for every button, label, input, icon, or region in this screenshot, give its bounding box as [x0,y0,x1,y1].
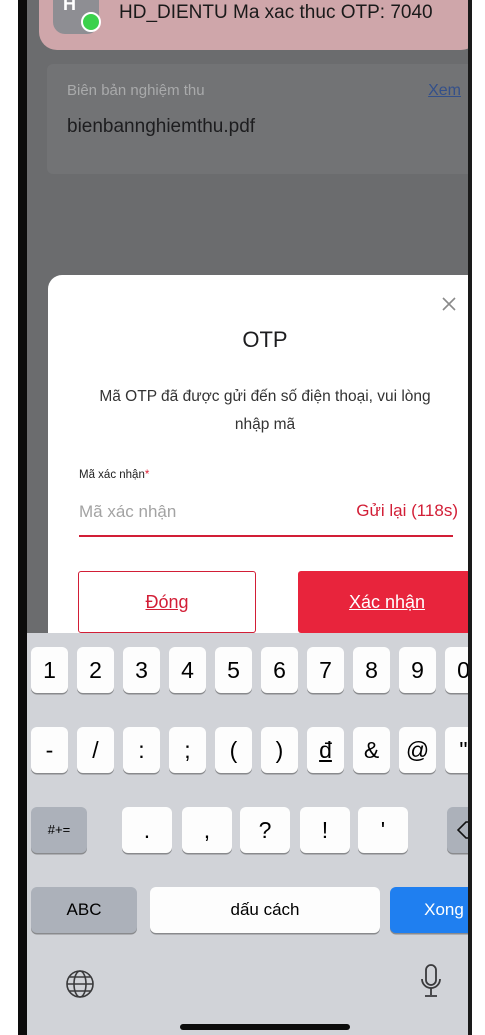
key[interactable]: ( [215,727,252,773]
phone-screen: Biên bản nghiệm thu Xem bienbannghiemthu… [27,0,468,1035]
key[interactable]: : [123,727,160,773]
key[interactable]: ? [240,807,290,853]
key[interactable]: 7 [307,647,344,693]
confirm-button[interactable]: Xác nhận [298,571,468,633]
key[interactable]: đ [307,727,344,773]
key[interactable]: ! [300,807,350,853]
view-document-link[interactable]: Xem [428,82,461,100]
resend-otp-button[interactable]: Gửi lại (118s) [356,501,458,521]
key[interactable]: & [353,727,390,773]
close-button-label: Đóng [145,592,189,612]
key[interactable]: ' [358,807,408,853]
backspace-key[interactable] [447,807,468,853]
key[interactable]: @ [399,727,436,773]
modal-title: OTP [242,327,288,352]
close-icon[interactable] [438,293,460,315]
globe-icon[interactable] [63,967,97,1001]
key[interactable]: , [182,807,232,853]
otp-modal: OTP Mã OTP đã được gửi đến số điện thoại… [48,275,468,695]
otp-input[interactable] [79,495,349,529]
key[interactable]: ; [169,727,206,773]
key[interactable]: 8 [353,647,390,693]
otp-field-label-text: Mã xác nhận [79,469,145,481]
document-filename: bienbannghiemthu.pdf [67,116,256,137]
microphone-icon[interactable] [419,963,443,1001]
abc-key[interactable]: ABC [31,887,137,933]
key[interactable]: 9 [399,647,436,693]
close-button[interactable]: Đóng [78,571,256,633]
document-card: Biên bản nghiệm thu Xem bienbannghiemthu… [47,64,468,174]
otp-field-label: Mã xác nhận* [79,469,149,481]
required-mark: * [144,469,150,481]
otp-input-underline [79,535,453,537]
phone-frame-edge-right [468,0,472,1035]
key[interactable]: 4 [169,647,206,693]
space-key[interactable]: dấu cách [150,887,380,933]
key[interactable]: / [77,727,114,773]
notification-text: HD_DIENTU Ma xac thuc OTP: 7040 [119,2,433,23]
done-key[interactable]: Xong [390,887,468,933]
key[interactable]: 1 [31,647,68,693]
modal-description: Mã OTP đã được gửi đến số điện thoại, vu… [99,388,431,433]
notification-banner[interactable]: H HD_DIENTU Ma xac thuc OTP: 7040 [39,0,468,50]
key[interactable]: 0 [445,647,468,693]
key[interactable]: 2 [77,647,114,693]
key[interactable]: ) [261,727,298,773]
phone-frame-edge [18,0,27,1035]
keyboard: 1 2 3 4 5 6 7 8 9 0 - / : ; ( ) đ & @ " … [27,633,468,1035]
key[interactable]: 5 [215,647,252,693]
backspace-icon [456,821,468,839]
messages-badge-icon [81,12,101,32]
key[interactable]: " [445,727,468,773]
key[interactable]: 6 [261,647,298,693]
symbols-shift-key[interactable]: #+= [31,807,87,853]
key[interactable]: . [122,807,172,853]
document-label: Biên bản nghiệm thu [67,82,205,99]
key[interactable]: 3 [123,647,160,693]
app-initial: H [63,0,76,14]
home-indicator[interactable] [180,1024,350,1030]
key[interactable]: - [31,727,68,773]
confirm-button-label: Xác nhận [348,592,426,612]
